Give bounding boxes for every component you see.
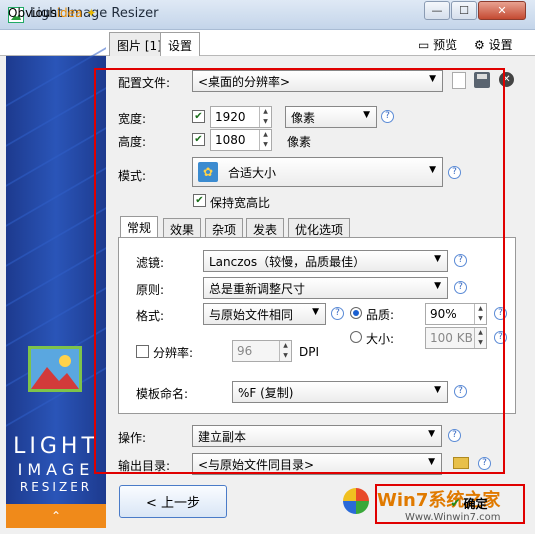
close-button[interactable]: ✕ bbox=[478, 1, 526, 20]
preview-label: 预览 bbox=[433, 38, 458, 52]
brand-text-a: Obvious bbox=[8, 6, 57, 20]
highlight-frame bbox=[94, 68, 505, 474]
collapse-sidebar-button[interactable]: ⌃ bbox=[6, 504, 106, 528]
previous-step-button[interactable]: < 上一步 bbox=[119, 485, 227, 518]
sidebar-logo-line3: RESIZER bbox=[19, 480, 93, 494]
gear-icon: ⚙ bbox=[474, 38, 489, 52]
sidebar-banner: LIGHT IMAGE RESIZER bbox=[6, 47, 106, 508]
windows-logo-icon bbox=[343, 488, 369, 514]
preview-button[interactable]: ▭ 预览 bbox=[418, 36, 457, 53]
monitor-icon: ▭ bbox=[418, 38, 434, 52]
settings-label: 设置 bbox=[488, 38, 513, 52]
resize-picture-icon bbox=[28, 346, 82, 392]
chevron-up-icon: ⌃ bbox=[50, 509, 62, 523]
tab-settings[interactable]: 设置 bbox=[160, 32, 201, 56]
minimize-button[interactable]: — bbox=[424, 1, 450, 20]
brand-logo: Obviousidea ✦ bbox=[8, 6, 96, 20]
settings-button[interactable]: ⚙ 设置 bbox=[474, 36, 513, 53]
sidebar-logo-line1: LIGHT bbox=[13, 434, 99, 459]
brand-text-b: idea bbox=[56, 6, 83, 20]
maximize-button[interactable]: ☐ bbox=[451, 1, 477, 20]
lightbulb-icon: ✦ bbox=[82, 6, 97, 20]
sidebar-logo-line2: IMAGE bbox=[17, 460, 95, 479]
highlight-frame-ok bbox=[375, 484, 525, 524]
